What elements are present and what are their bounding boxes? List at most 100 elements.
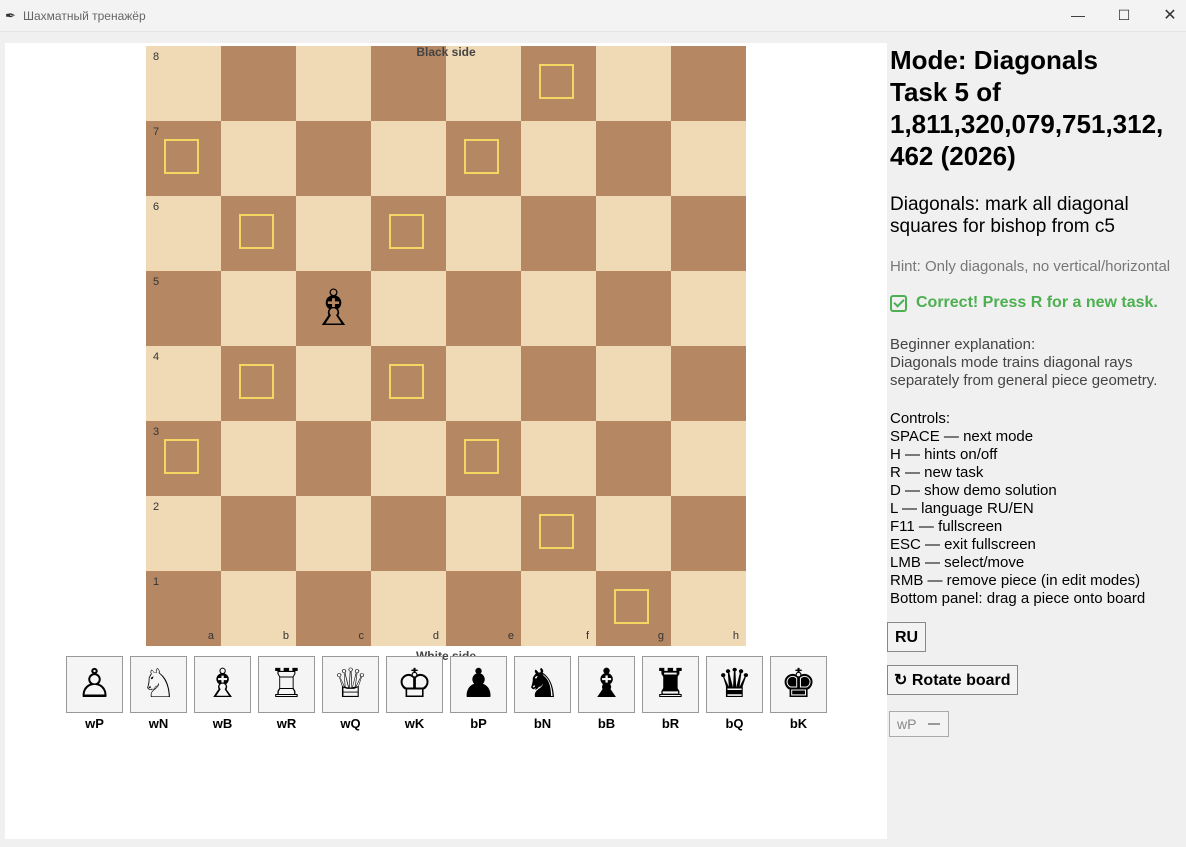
palette-label: wK	[404, 716, 425, 731]
square-d2[interactable]	[371, 496, 446, 571]
control-line: D — show demo solution	[890, 482, 1057, 499]
explanation-line: separately from general piece geometry.	[890, 372, 1158, 389]
square-b6[interactable]	[221, 196, 296, 271]
square-d5[interactable]	[371, 271, 446, 346]
square-e2[interactable]	[446, 496, 521, 571]
palette-label: wP	[85, 716, 104, 731]
square-a6[interactable]: 6	[146, 196, 221, 271]
palette-item-wN[interactable]: ♘ wN	[130, 656, 187, 731]
square-d4[interactable]	[371, 346, 446, 421]
square-a5[interactable]: 5	[146, 271, 221, 346]
palette-item-bQ[interactable]: ♛ bQ	[706, 656, 763, 731]
palette-item-bN[interactable]: ♞ bN	[514, 656, 571, 731]
file-label: a	[207, 630, 214, 642]
square-a2[interactable]: 2	[146, 496, 221, 571]
square-h2[interactable]	[671, 496, 746, 571]
palette-piece-icon[interactable]: ♝	[578, 656, 635, 713]
square-g2[interactable]	[596, 496, 671, 571]
palette-item-wB[interactable]: ♗ wB	[194, 656, 251, 731]
square-b4[interactable]	[221, 346, 296, 421]
square-g7[interactable]	[596, 121, 671, 196]
minimize-button[interactable]: —	[1055, 0, 1101, 31]
square-b2[interactable]	[221, 496, 296, 571]
square-g4[interactable]	[596, 346, 671, 421]
square-e7[interactable]	[446, 121, 521, 196]
square-c2[interactable]	[296, 496, 371, 571]
square-b1[interactable]: b	[221, 571, 296, 646]
square-a4[interactable]: 4	[146, 346, 221, 421]
palette-item-wQ[interactable]: ♕ wQ	[322, 656, 379, 731]
palette-piece-icon[interactable]: ♟	[450, 656, 507, 713]
square-f2[interactable]	[521, 496, 596, 571]
square-d6[interactable]	[371, 196, 446, 271]
palette-piece-icon[interactable]: ♘	[130, 656, 187, 713]
marked-square-indicator	[539, 64, 574, 99]
square-c6[interactable]	[296, 196, 371, 271]
square-a7[interactable]: 7	[146, 121, 221, 196]
square-d7[interactable]	[371, 121, 446, 196]
palette-piece-icon[interactable]: ♗	[194, 656, 251, 713]
maximize-button[interactable]: ☐	[1101, 0, 1147, 31]
language-button[interactable]: RU	[887, 622, 926, 652]
palette-item-wP[interactable]: ♙ wP	[66, 656, 123, 731]
square-b5[interactable]	[221, 271, 296, 346]
palette-item-bR[interactable]: ♜ bR	[642, 656, 699, 731]
square-e3[interactable]	[446, 421, 521, 496]
square-h3[interactable]	[671, 421, 746, 496]
palette-piece-icon[interactable]: ♙	[66, 656, 123, 713]
palette-item-wR[interactable]: ♖ wR	[258, 656, 315, 731]
white-bishop-piece[interactable]: ♗	[296, 271, 371, 346]
palette-item-bB[interactable]: ♝ bB	[578, 656, 635, 731]
rotate-board-button[interactable]: ↻ Rotate board	[887, 665, 1018, 695]
palette-piece-icon[interactable]: ♔	[386, 656, 443, 713]
square-h4[interactable]	[671, 346, 746, 421]
square-a3[interactable]: 3	[146, 421, 221, 496]
square-f6[interactable]	[521, 196, 596, 271]
square-h5[interactable]	[671, 271, 746, 346]
palette-piece-icon[interactable]: ♖	[258, 656, 315, 713]
square-g3[interactable]	[596, 421, 671, 496]
marked-square-indicator	[389, 364, 424, 399]
square-h6[interactable]	[671, 196, 746, 271]
palette-item-bK[interactable]: ♚ bK	[770, 656, 827, 731]
close-button[interactable]: ✕	[1147, 0, 1186, 31]
square-f3[interactable]	[521, 421, 596, 496]
square-h1[interactable]: h	[671, 571, 746, 646]
palette-item-bP[interactable]: ♟ bP	[450, 656, 507, 731]
file-label: c	[358, 630, 365, 642]
square-b7[interactable]	[221, 121, 296, 196]
square-b3[interactable]	[221, 421, 296, 496]
square-f7[interactable]	[521, 121, 596, 196]
square-c5[interactable]: ♗	[296, 271, 371, 346]
square-h7[interactable]	[671, 121, 746, 196]
square-g6[interactable]	[596, 196, 671, 271]
square-g1[interactable]: g	[596, 571, 671, 646]
square-d3[interactable]	[371, 421, 446, 496]
square-d1[interactable]: d	[371, 571, 446, 646]
palette-item-wK[interactable]: ♔ wK	[386, 656, 443, 731]
piece-select-dropdown[interactable]: wP	[889, 711, 949, 737]
square-c7[interactable]	[296, 121, 371, 196]
square-e4[interactable]	[446, 346, 521, 421]
square-c3[interactable]	[296, 421, 371, 496]
square-e5[interactable]	[446, 271, 521, 346]
square-f1[interactable]: f	[521, 571, 596, 646]
palette-piece-icon[interactable]: ♜	[642, 656, 699, 713]
square-c4[interactable]	[296, 346, 371, 421]
palette-piece-icon[interactable]: ♚	[770, 656, 827, 713]
square-g5[interactable]	[596, 271, 671, 346]
square-c1[interactable]: c	[296, 571, 371, 646]
palette-piece-icon[interactable]: ♕	[322, 656, 379, 713]
square-f4[interactable]	[521, 346, 596, 421]
square-e1[interactable]: e	[446, 571, 521, 646]
square-a1[interactable]: 1a	[146, 571, 221, 646]
rotate-icon: ↻	[894, 672, 908, 689]
status-message: Correct! Press R for a new task.	[890, 294, 1186, 312]
square-e6[interactable]	[446, 196, 521, 271]
palette-piece-icon[interactable]: ♞	[514, 656, 571, 713]
marked-square-indicator	[164, 139, 199, 174]
square-f5[interactable]	[521, 271, 596, 346]
board-canvas[interactable]: 8 7 6 5 ♗ 4 3 2 1 a b c d e f g h Black side White side …	[5, 43, 887, 839]
palette-piece-icon[interactable]: ♛	[706, 656, 763, 713]
chess-board[interactable]: 8 7 6 5 ♗ 4 3 2 1 a b c d e f g h	[146, 46, 746, 646]
